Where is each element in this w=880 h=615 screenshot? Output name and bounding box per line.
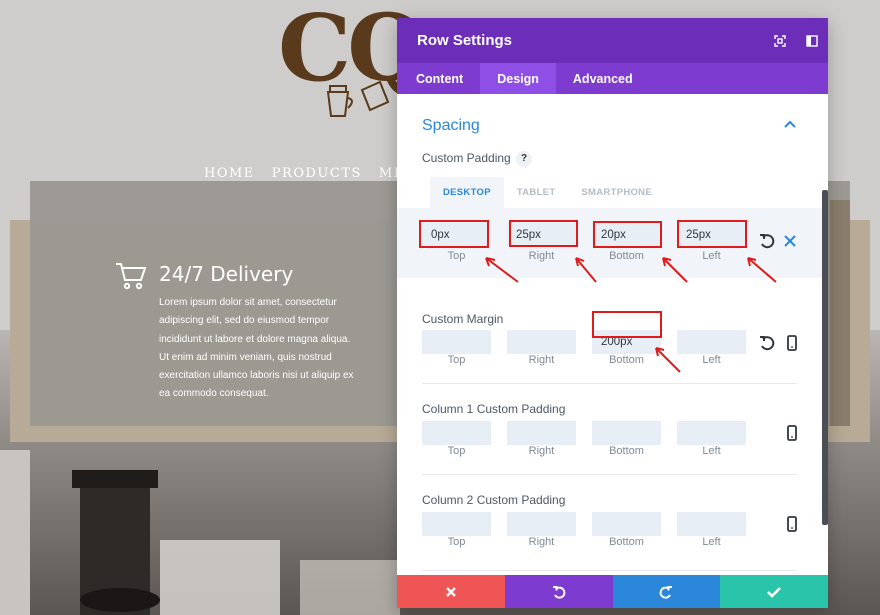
scrollbar[interactable]: [822, 190, 828, 525]
tab-advanced[interactable]: Advanced: [556, 63, 650, 94]
cancel-button[interactable]: [397, 575, 505, 608]
modal-tabs: Content Design Advanced: [397, 63, 828, 94]
row-settings-modal: Row Settings Content Design Advanced Spa…: [397, 18, 828, 608]
custom-padding-label: Custom Padding: [422, 151, 511, 165]
coffee-cups-icon: [326, 73, 390, 117]
col2-padding-left-input[interactable]: [677, 512, 746, 536]
side-label-top: Top: [447, 250, 466, 262]
margin-right-input[interactable]: [507, 330, 576, 354]
nav-products[interactable]: PRODUCTS: [272, 166, 362, 181]
delivery-line: Ut enim ad minim veniam, quis nostrud: [159, 351, 332, 363]
redo-icon: [660, 585, 673, 599]
margin-bottom-input[interactable]: [592, 330, 661, 354]
delivery-title: 24/7 Delivery: [159, 262, 294, 286]
custom-margin-label: Custom Margin: [422, 312, 504, 326]
padding-bottom-input[interactable]: [592, 223, 661, 247]
tab-tablet[interactable]: TABLET: [504, 177, 569, 208]
divider: [422, 383, 797, 384]
side-label-right: Right: [528, 250, 555, 262]
site-navigation: HOME PRODUCTS MEN: [204, 166, 418, 181]
col1-padding-top-input[interactable]: [422, 421, 491, 445]
mobile-icon[interactable]: [783, 334, 801, 352]
side-label-right: Right: [528, 536, 555, 548]
col2-padding-bottom-input[interactable]: [592, 512, 661, 536]
padding-right-input[interactable]: [507, 223, 576, 247]
side-label-bottom: Bottom: [609, 445, 644, 457]
delivery-line: exercitation ullamco laboris nisi ut ali…: [159, 370, 354, 382]
col1-padding-right-input[interactable]: [507, 421, 576, 445]
side-label-bottom: Bottom: [609, 354, 644, 366]
side-label-right: Right: [528, 445, 555, 457]
tab-desktop[interactable]: DESKTOP: [430, 177, 504, 208]
side-label-left: Left: [702, 250, 721, 262]
close-icon: [446, 586, 456, 597]
nav-home[interactable]: HOME: [204, 166, 255, 181]
side-label-top: Top: [447, 445, 466, 457]
side-label-top: Top: [447, 354, 466, 366]
side-label-top: Top: [447, 536, 466, 548]
modal-header: Row Settings: [397, 18, 828, 63]
cart-icon: [116, 263, 147, 290]
sidebar-toggle-icon[interactable]: [796, 18, 828, 63]
tab-design[interactable]: Design: [480, 63, 556, 94]
col1-padding-bottom-input[interactable]: [592, 421, 661, 445]
help-icon[interactable]: ?: [516, 151, 532, 167]
chevron-up-icon[interactable]: [784, 120, 796, 128]
fullscreen-icon[interactable]: [764, 18, 796, 63]
modal-body: Spacing Custom Padding ? DESKTOP TABLET …: [397, 94, 828, 575]
tab-smartphone[interactable]: SMARTPHONE: [568, 177, 665, 208]
delivery-line: ea commodo consequat.: [159, 388, 269, 400]
margin-top-input[interactable]: [422, 330, 491, 354]
delivery-line: Lorem ipsum dolor sit amet, consectetur: [159, 297, 337, 308]
device-tabs: DESKTOP TABLET SMARTPHONE: [430, 177, 665, 208]
spacing-section-title[interactable]: Spacing: [422, 117, 480, 135]
side-label-right: Right: [528, 354, 555, 366]
col1-padding-label: Column 1 Custom Padding: [422, 402, 566, 416]
custom-padding-row: Top Right Bottom Left: [397, 208, 822, 278]
side-label-left: Left: [702, 354, 721, 366]
coffee-equipment-photo: [0, 450, 400, 615]
tab-content[interactable]: Content: [399, 63, 480, 94]
undo-button[interactable]: [504, 575, 613, 608]
side-label-left: Left: [702, 536, 721, 548]
feature-card-edge: [830, 200, 850, 426]
margin-left-input[interactable]: [677, 330, 746, 354]
modal-footer: [397, 575, 828, 608]
delivery-description: Lorem ipsum dolor sit amet, consectetur …: [159, 294, 359, 404]
mobile-icon[interactable]: [783, 424, 801, 442]
reset-icon[interactable]: [758, 232, 776, 250]
side-label-bottom: Bottom: [609, 250, 644, 262]
redo-button[interactable]: [612, 575, 721, 608]
col2-padding-right-input[interactable]: [507, 512, 576, 536]
padding-top-input[interactable]: [422, 223, 491, 247]
divider: [422, 570, 797, 571]
mobile-icon[interactable]: [783, 515, 801, 533]
divider: [422, 474, 797, 475]
col1-padding-left-input[interactable]: [677, 421, 746, 445]
col2-padding-top-input[interactable]: [422, 512, 491, 536]
save-button[interactable]: [720, 575, 828, 608]
col2-padding-label: Column 2 Custom Padding: [422, 493, 566, 507]
side-label-left: Left: [702, 445, 721, 457]
modal-title: Row Settings: [417, 32, 513, 49]
padding-left-input[interactable]: [677, 223, 746, 247]
reset-icon[interactable]: [758, 334, 776, 352]
check-icon: [767, 586, 782, 598]
undo-icon: [552, 585, 565, 599]
side-label-bottom: Bottom: [609, 536, 644, 548]
delivery-line: incididunt ut labore et dolore magna ali…: [159, 333, 351, 345]
delivery-line: adipiscing elit, sed do eiusmod tempor: [159, 315, 330, 327]
close-icon[interactable]: [781, 232, 799, 250]
